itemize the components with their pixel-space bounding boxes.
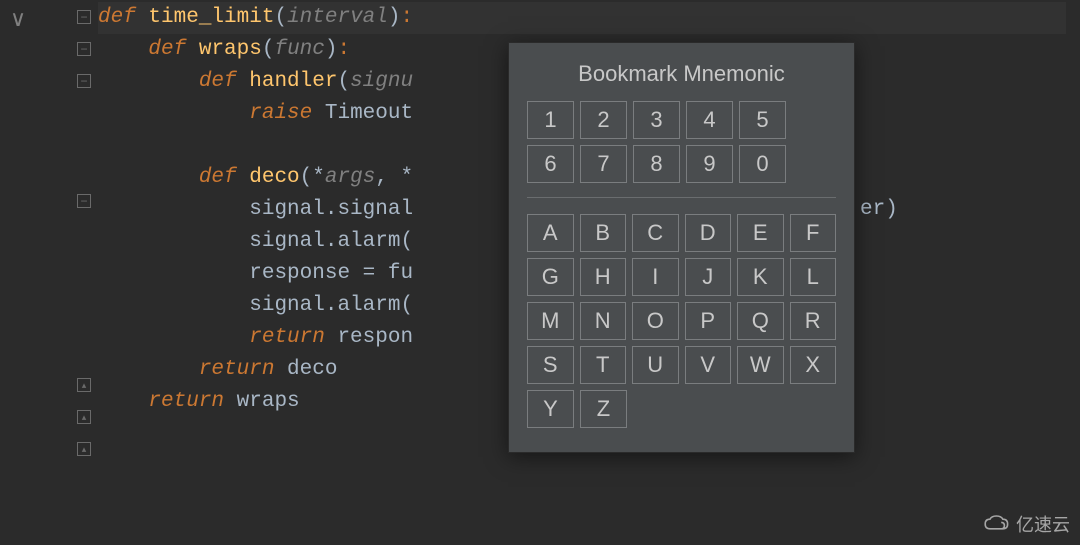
- mnemonic-button-I[interactable]: I: [632, 258, 679, 296]
- watermark: 亿速云: [982, 511, 1070, 537]
- mnemonic-button-W[interactable]: W: [737, 346, 784, 384]
- bookmark-mnemonic-popup: Bookmark Mnemonic 12345 67890 ABCDEF GHIJK…: [508, 42, 855, 453]
- mnemonic-button-U[interactable]: U: [632, 346, 679, 384]
- code-line[interactable]: def time_limit(interval):: [98, 2, 1080, 34]
- mnemonic-button-P[interactable]: P: [685, 302, 732, 340]
- mnemonic-button-F[interactable]: F: [790, 214, 837, 252]
- mnemonic-button-N[interactable]: N: [580, 302, 627, 340]
- grid-row: 12345: [527, 101, 836, 139]
- fold-marker-icon[interactable]: −: [77, 194, 91, 208]
- mnemonic-button-M[interactable]: M: [527, 302, 574, 340]
- fold-marker-icon[interactable]: −: [77, 74, 91, 88]
- mnemonic-button-K[interactable]: K: [737, 258, 784, 296]
- mnemonic-button-S[interactable]: S: [527, 346, 574, 384]
- mnemonic-button-8[interactable]: 8: [633, 145, 680, 183]
- watermark-text: 亿速云: [1016, 511, 1070, 537]
- chevron-down-icon[interactable]: ∨: [10, 6, 26, 32]
- mnemonic-button-B[interactable]: B: [580, 214, 627, 252]
- mnemonic-button-Z[interactable]: Z: [580, 390, 627, 428]
- mnemonic-button-X[interactable]: X: [790, 346, 837, 384]
- mnemonic-button-E[interactable]: E: [737, 214, 784, 252]
- mnemonic-button-G[interactable]: G: [527, 258, 574, 296]
- code-tail: er): [860, 194, 898, 226]
- popup-title: Bookmark Mnemonic: [509, 43, 854, 101]
- mnemonic-button-T[interactable]: T: [580, 346, 627, 384]
- fold-marker-icon[interactable]: ▴: [77, 378, 91, 392]
- mnemonic-button-D[interactable]: D: [685, 214, 732, 252]
- grid-row: MNOPQR: [527, 302, 836, 340]
- mnemonic-button-V[interactable]: V: [685, 346, 732, 384]
- mnemonic-button-5[interactable]: 5: [739, 101, 786, 139]
- mnemonic-button-2[interactable]: 2: [580, 101, 627, 139]
- mnemonic-button-R[interactable]: R: [790, 302, 837, 340]
- mnemonic-button-Y[interactable]: Y: [527, 390, 574, 428]
- mnemonic-button-C[interactable]: C: [632, 214, 679, 252]
- grid-row: STUVWX: [527, 346, 836, 384]
- letter-grid: ABCDEF GHIJKL MNOPQR STUVWX YZ: [509, 214, 854, 452]
- grid-row: GHIJKL: [527, 258, 836, 296]
- gutter: ∨ − − − − ▴ ▴ ▴: [0, 0, 98, 545]
- mnemonic-button-1[interactable]: 1: [527, 101, 574, 139]
- cloud-icon: [982, 514, 1014, 534]
- fold-marker-icon[interactable]: −: [77, 42, 91, 56]
- mnemonic-button-9[interactable]: 9: [686, 145, 733, 183]
- fold-marker-icon[interactable]: ▴: [77, 442, 91, 456]
- fold-marker-icon[interactable]: −: [77, 10, 91, 24]
- mnemonic-button-A[interactable]: A: [527, 214, 574, 252]
- mnemonic-button-7[interactable]: 7: [580, 145, 627, 183]
- mnemonic-button-O[interactable]: O: [632, 302, 679, 340]
- scrollbar[interactable]: [1066, 0, 1080, 545]
- divider: [527, 197, 836, 198]
- mnemonic-button-3[interactable]: 3: [633, 101, 680, 139]
- grid-row: ABCDEF: [527, 214, 836, 252]
- fold-marker-icon[interactable]: ▴: [77, 410, 91, 424]
- mnemonic-button-4[interactable]: 4: [686, 101, 733, 139]
- grid-row: YZ: [527, 390, 836, 428]
- mnemonic-button-H[interactable]: H: [580, 258, 627, 296]
- mnemonic-button-Q[interactable]: Q: [737, 302, 784, 340]
- mnemonic-button-0[interactable]: 0: [739, 145, 786, 183]
- mnemonic-button-6[interactable]: 6: [527, 145, 574, 183]
- grid-row: 67890: [527, 145, 836, 183]
- digit-grid: 12345 67890: [509, 101, 854, 183]
- mnemonic-button-J[interactable]: J: [685, 258, 732, 296]
- mnemonic-button-L[interactable]: L: [790, 258, 837, 296]
